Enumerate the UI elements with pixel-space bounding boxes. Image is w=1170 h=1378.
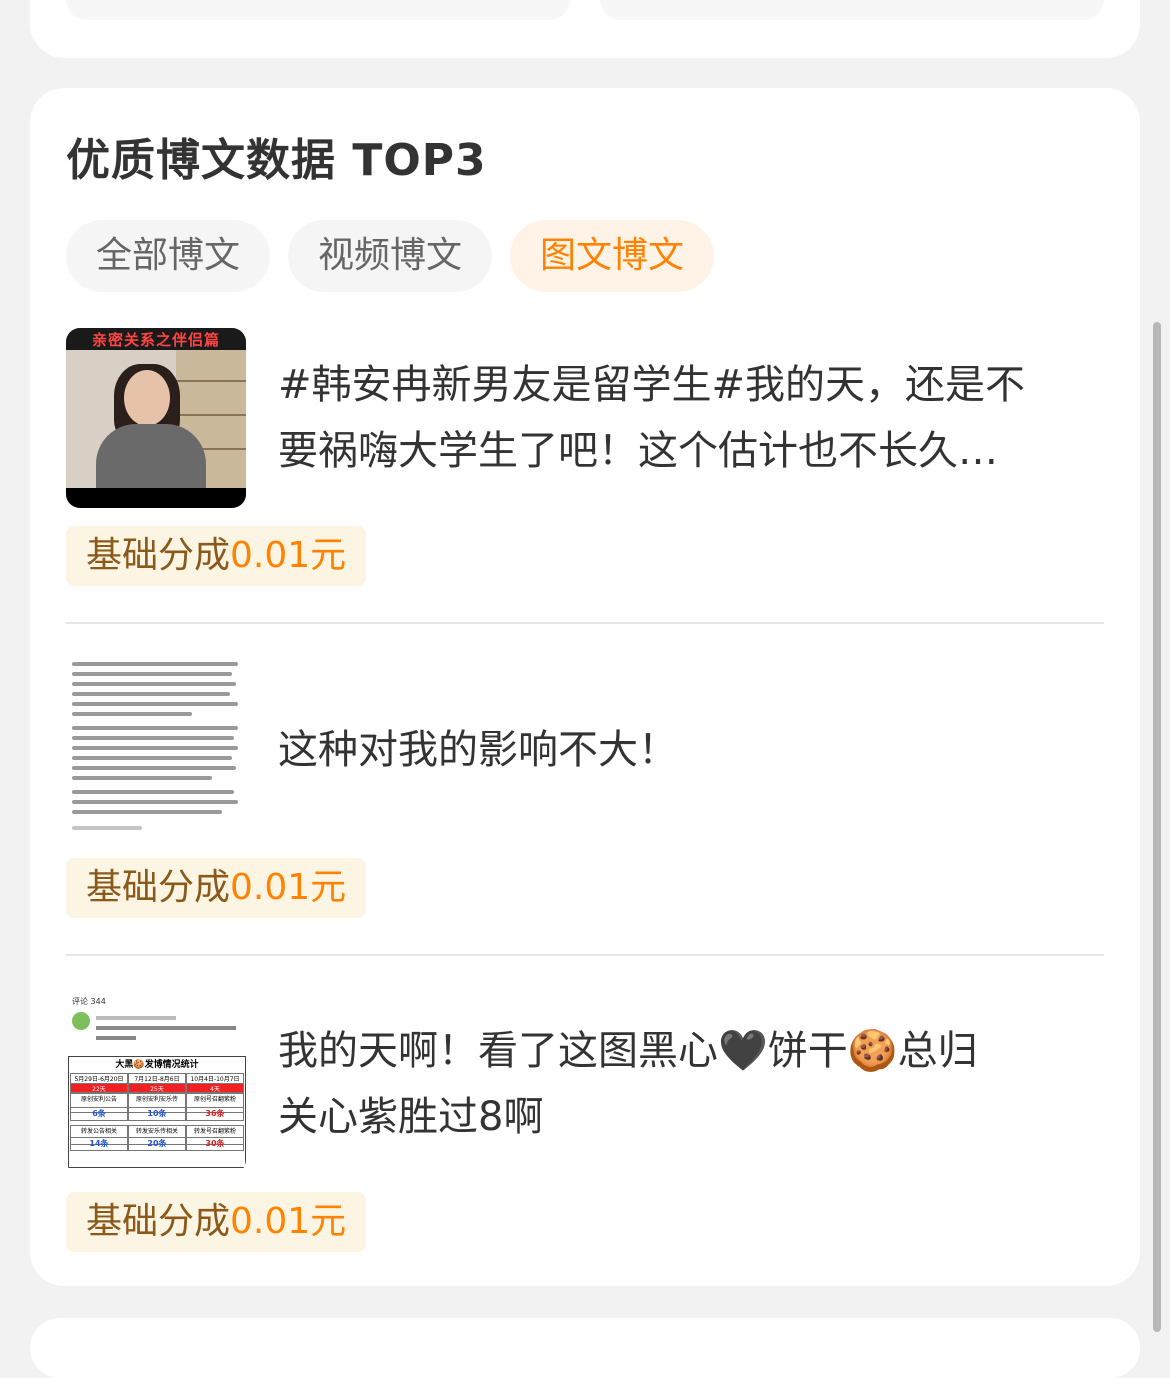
- revenue-label: 基础分成: [86, 1201, 231, 1242]
- post-thumbnail[interactable]: 评论 344 大黑🍪发博情况统计 5月29日-6月20日 7月12日-8月6日 …: [66, 994, 246, 1174]
- revenue-badge: 基础分成0.01元: [66, 1192, 367, 1252]
- avatar: [72, 1012, 90, 1030]
- previous-card-item-right[interactable]: [600, 0, 1104, 20]
- divider: [66, 954, 1104, 956]
- post-thumbnail[interactable]: 亲密关系之伴侣篇: [66, 328, 246, 508]
- section-title: 优质博文数据 TOP3: [66, 135, 487, 186]
- divider: [66, 622, 1104, 624]
- post-text-line: #韩安冉新男友是留学生#我的天，还是不: [278, 362, 1026, 408]
- revenue-value: 0.01元: [230, 1201, 347, 1242]
- scrollbar[interactable]: [1153, 322, 1161, 1332]
- revenue-label: 基础分成: [86, 535, 231, 576]
- post-text[interactable]: 我的天啊！看了这图黑心🖤饼干🍪总归 关心紫胜过8啊: [278, 994, 1104, 1174]
- top-posts-card: 优质博文数据 TOP3 全部博文 视频博文 图文博文 亲密关系之伴侣篇 #韩安冉…: [30, 88, 1140, 1286]
- post-text[interactable]: 这种对我的影响不大！: [278, 660, 1104, 840]
- post-text-line: 我的天啊！看了这图黑心🖤饼干🍪总归: [278, 1028, 978, 1074]
- post-item[interactable]: 这种对我的影响不大！ 基础分成0.01元: [66, 660, 1104, 920]
- post-thumbnail[interactable]: [66, 660, 246, 840]
- post-text[interactable]: #韩安冉新男友是留学生#我的天，还是不 要祸嗨大学生了吧！这个估计也不长久…: [278, 328, 1104, 508]
- revenue-badge: 基础分成0.01元: [66, 858, 367, 918]
- post-text-line: 关心紫胜过8啊: [278, 1094, 544, 1140]
- previous-card: [30, 0, 1140, 58]
- post-text-line: 要祸嗨大学生了吧！这个估计也不长久…: [278, 428, 998, 474]
- tab-image-text-posts[interactable]: 图文博文: [510, 220, 715, 292]
- revenue-label: 基础分成: [86, 867, 231, 908]
- tab-all-posts[interactable]: 全部博文: [66, 220, 271, 292]
- next-card: [30, 1318, 1140, 1378]
- post-item[interactable]: 亲密关系之伴侣篇 #韩安冉新男友是留学生#我的天，还是不 要祸嗨大学生了吧！这个…: [66, 328, 1104, 588]
- post-text-line: 这种对我的影响不大！: [278, 727, 678, 773]
- revenue-value: 0.01元: [230, 867, 347, 908]
- thumbnail-header: 评论 344: [72, 997, 106, 1006]
- thumbnail-table-title: 大黑🍪发博情况统计: [115, 1060, 199, 1070]
- revenue-value: 0.01元: [230, 535, 347, 576]
- revenue-badge: 基础分成0.01元: [66, 526, 367, 586]
- previous-card-item-left[interactable]: [66, 0, 570, 20]
- thumbnail-table: 大黑🍪发博情况统计 5月29日-6月20日 7月12日-8月6日 10月4日-1…: [68, 1056, 246, 1168]
- post-type-tabs: 全部博文 视频博文 图文博文: [66, 220, 732, 292]
- thumbnail-banner: 亲密关系之伴侣篇: [92, 331, 221, 349]
- tab-video-posts[interactable]: 视频博文: [288, 220, 493, 292]
- post-item[interactable]: 评论 344 大黑🍪发博情况统计 5月29日-6月20日 7月12日-8月6日 …: [66, 994, 1104, 1254]
